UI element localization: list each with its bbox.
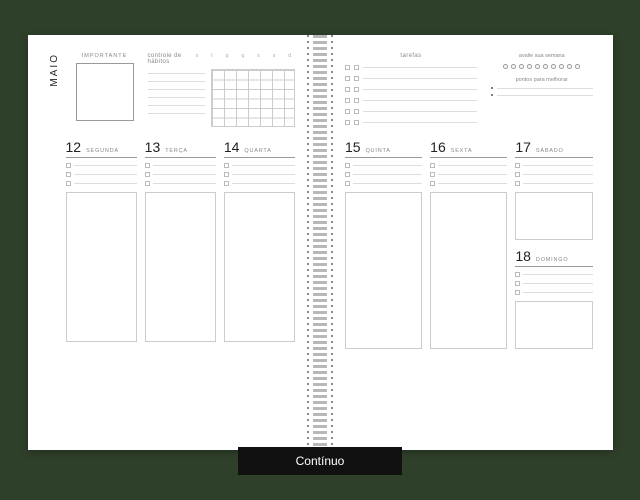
importante-box — [76, 63, 134, 121]
right-top-band: tarefas avalie sua semana pontos para me… — [345, 53, 593, 131]
day-num: 12 — [66, 139, 82, 155]
footer-label: Contínuo — [238, 447, 403, 475]
habitos-section: controle de hábitos s t q q s s d — [148, 53, 296, 131]
note-box — [430, 192, 507, 349]
month-column: Maio — [48, 53, 62, 131]
day-col-quarta: 14 QUARTA — [224, 139, 295, 342]
day-num: 14 — [224, 139, 240, 155]
planner-spread: Maio IMPORTANTE controle de hábitos s t … — [28, 35, 613, 450]
day-num: 13 — [145, 139, 161, 155]
pontos-label: pontos para melhorar — [491, 77, 593, 83]
month-label: Maio — [49, 53, 60, 87]
day-num: 16 — [430, 139, 446, 155]
day-col-terca: 13 TERÇA — [145, 139, 216, 342]
habit-grid — [211, 69, 295, 127]
note-box — [224, 192, 295, 342]
day-num: 15 — [345, 139, 361, 155]
day-name: SÁBADO — [536, 148, 564, 154]
avalie-label: avalie sua semana — [491, 53, 593, 59]
day-col-quinta: 15 QUINTA — [345, 139, 422, 349]
habitos-days: s t q q s s d — [196, 53, 291, 59]
day-name: SEXTA — [451, 148, 473, 154]
day-num: 17 — [515, 139, 531, 155]
right-page: tarefas avalie sua semana pontos para me… — [320, 35, 613, 450]
tarefas-label: tarefas — [345, 53, 477, 59]
rating-dots — [491, 64, 593, 69]
avalie-section: avalie sua semana pontos para melhorar — [491, 53, 593, 131]
day-name: DOMINGO — [536, 257, 569, 263]
note-box — [515, 192, 592, 240]
note-box — [145, 192, 216, 342]
day-col-sexta: 16 SEXTA — [430, 139, 507, 349]
spiral-binding — [313, 35, 327, 450]
day-name: TERÇA — [165, 148, 188, 154]
day-name: QUARTA — [244, 148, 271, 154]
habit-lines — [148, 69, 206, 127]
left-days-row: 12 SEGUNDA 13 TERÇA 14 QUARTA — [66, 139, 296, 342]
tarefas-section: tarefas — [345, 53, 477, 131]
day-name: SEGUNDA — [86, 148, 119, 154]
left-page: Maio IMPORTANTE controle de hábitos s t … — [28, 35, 321, 450]
day-num: 18 — [515, 248, 531, 264]
note-box — [515, 301, 592, 349]
day-col-segunda: 12 SEGUNDA — [66, 139, 137, 342]
weekend-col: 17 SÁBADO 18 DOMINGO — [515, 139, 592, 349]
habitos-label: controle de hábitos — [148, 53, 186, 65]
importante-label: IMPORTANTE — [82, 53, 128, 59]
note-box — [66, 192, 137, 342]
importante-section: IMPORTANTE — [74, 53, 136, 131]
right-days-row: 15 QUINTA 16 SEXTA 17 SÁBADO 18 DOMINGO — [345, 139, 593, 349]
left-top-band: Maio IMPORTANTE controle de hábitos s t … — [48, 53, 296, 131]
note-box — [345, 192, 422, 349]
day-name: QUINTA — [366, 148, 391, 154]
